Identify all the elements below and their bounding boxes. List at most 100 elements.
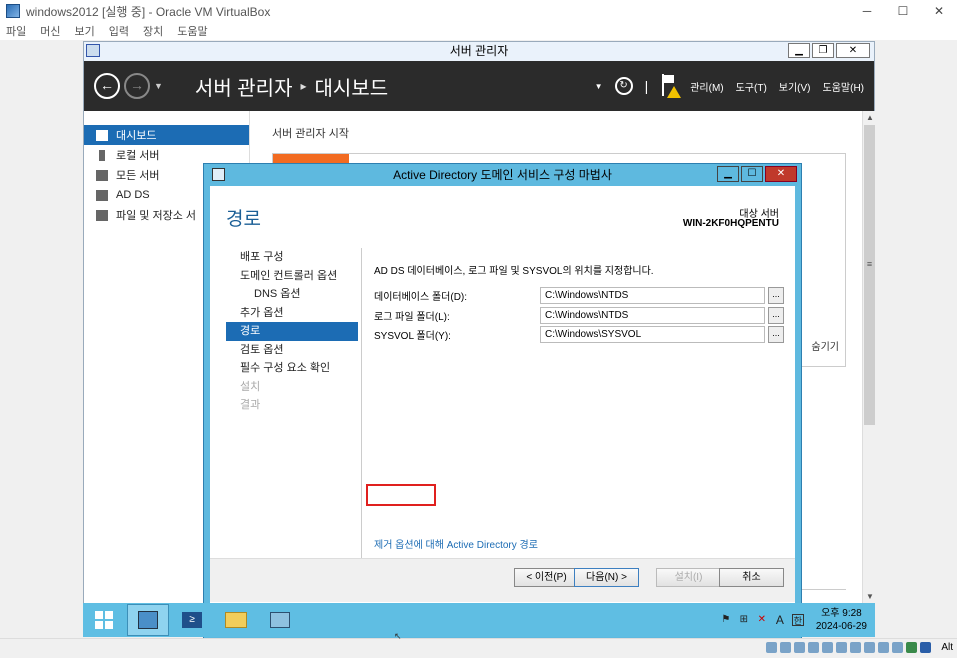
vbox-window-title: windows2012 [실행 중] - Oracle VM VirtualBo… <box>26 4 271 19</box>
clock-date: 2024-06-29 <box>815 621 867 632</box>
target-server-value: WIN-2KF0HQPENTU <box>682 218 779 229</box>
server-icon <box>99 149 105 161</box>
removal-options-link[interactable]: 제거 옵션에 대해 Active Directory 경로 <box>374 536 538 551</box>
clock[interactable]: 오후 9:28 2024-06-29 <box>816 607 867 633</box>
header-divider: | <box>644 78 649 94</box>
wizard-page-heading: 경로 <box>226 209 261 230</box>
sysvol-folder-row: SYSVOL 폴더(Y): ... <box>374 325 784 345</box>
arrow-down-icon[interactable] <box>920 642 931 653</box>
cpu-icon[interactable] <box>878 642 889 653</box>
audio-icon[interactable] <box>794 642 805 653</box>
menu-help-sm[interactable]: 도움말(H) <box>823 79 864 94</box>
wizard-body: 경로 대상 서버 WIN-2KF0HQPENTU 배포 구성 도메인 컨트롤러 … <box>210 186 795 634</box>
start-button[interactable] <box>83 604 125 636</box>
minimize-button[interactable]: ─ <box>849 0 885 22</box>
close-button[interactable]: ✕ <box>921 0 957 22</box>
server-manager-title: 서버 관리자 <box>449 44 509 58</box>
cancel-button[interactable]: 취소 <box>719 568 784 587</box>
windows-logo-icon <box>95 611 113 629</box>
wizard-title: Active Directory 도메인 서비스 구성 마법사 <box>393 168 612 182</box>
vbox-statusbar: Alt <box>0 638 957 658</box>
recording-icon[interactable] <box>864 642 875 653</box>
forward-arrow-icon[interactable]: → <box>124 73 150 99</box>
hide-link[interactable]: 숨기기 <box>811 338 839 353</box>
next-button[interactable]: 다음(N) > <box>574 568 639 587</box>
refresh-dropdown-icon[interactable]: ▼ <box>595 82 603 91</box>
flag-tray-icon[interactable]: ⚑ <box>720 614 732 626</box>
wizard-close-button[interactable]: ✕ <box>765 166 797 182</box>
menu-tools[interactable]: 도구(T) <box>736 79 767 94</box>
wizard-divider <box>361 248 362 558</box>
wizard-step-review[interactable]: 검토 옵션 <box>226 341 358 360</box>
ime-mode-icon[interactable]: 한 <box>791 614 804 626</box>
scroll-thumb[interactable] <box>864 125 875 425</box>
taskbar-server-manager[interactable] <box>127 604 169 636</box>
wizard-step-additional-options[interactable]: 추가 옵션 <box>226 304 358 323</box>
ime-language-icon[interactable]: A <box>774 614 786 626</box>
taskbar: ≥ ⚑ ⊞ ✕ A 한 오후 9:28 2024-06-29 <box>83 603 875 637</box>
menu-manage[interactable]: 관리(M) <box>690 79 723 94</box>
breadcrumb-root[interactable]: 서버 관리자 <box>195 72 293 101</box>
menu-file[interactable]: 파일 <box>6 23 26 39</box>
sidebar-item-local-server[interactable]: 로컬 서버 <box>84 145 249 165</box>
wizard-nav: 배포 구성 도메인 컨트롤러 옵션 DNS 옵션 추가 옵션 경로 검토 옵션 … <box>226 248 358 415</box>
sidebar-item-label: 모든 서버 <box>116 170 160 182</box>
wizard-step-paths[interactable]: 경로 <box>226 322 358 341</box>
log-folder-browse-button[interactable]: ... <box>768 306 784 324</box>
next-button-highlight <box>366 484 436 506</box>
wizard-minimize-button[interactable]: ▁ <box>717 166 739 182</box>
wizard-step-install: 설치 <box>240 380 261 393</box>
sm-minimize-button[interactable]: ▁ <box>788 43 810 58</box>
database-folder-row: 데이터베이스 폴더(D): ... <box>374 286 784 306</box>
vbox-titlebar: windows2012 [실행 중] - Oracle VM VirtualBo… <box>0 0 957 22</box>
shared-folders-icon[interactable] <box>836 642 847 653</box>
history-dropdown-icon[interactable]: ▼ <box>154 81 163 91</box>
menu-help[interactable]: 도움말 <box>177 23 207 39</box>
display-icon[interactable] <box>850 642 861 653</box>
menu-input[interactable]: 입력 <box>109 23 129 39</box>
hard-disk-icon[interactable] <box>766 642 777 653</box>
sidebar-item-dashboard[interactable]: 대시보드 <box>84 125 249 145</box>
taskbar-powershell[interactable]: ≥ <box>171 604 213 636</box>
vbox-status-icons <box>766 642 931 653</box>
usb-icon[interactable] <box>822 642 833 653</box>
refresh-icon[interactable]: ↻ <box>614 77 633 95</box>
wizard-maximize-button[interactable]: ☐ <box>741 166 763 182</box>
sysvol-folder-input[interactable] <box>540 326 765 344</box>
log-folder-input[interactable] <box>540 306 765 324</box>
scroll-up-icon[interactable]: ▲ <box>863 111 877 125</box>
vertical-scrollbar[interactable]: ▲ ≡ ▼ <box>862 111 876 604</box>
menu-devices[interactable]: 장치 <box>143 23 163 39</box>
maximize-button[interactable]: ☐ <box>885 0 921 22</box>
sm-restore-button[interactable]: ❐ <box>812 43 834 58</box>
scroll-down-icon[interactable]: ▼ <box>863 590 877 604</box>
paths-description: AD DS 데이터베이스, 로그 파일 및 SYSVOL의 위치를 지정합니다. <box>374 266 654 277</box>
server-manager-icon <box>86 44 100 57</box>
notifications-flag-icon[interactable] <box>660 74 682 98</box>
database-folder-browse-button[interactable]: ... <box>768 287 784 305</box>
network-tray-icon[interactable]: ⊞ <box>738 614 750 626</box>
wizard-footer: < 이전(P) 다음(N) > 설치(I) 취소 <box>210 558 795 602</box>
keyboard-icon[interactable] <box>906 642 917 653</box>
database-folder-input[interactable] <box>540 287 765 305</box>
menu-view-sm[interactable]: 보기(V) <box>779 79 811 94</box>
back-arrow-icon[interactable]: ← <box>94 73 120 99</box>
volume-muted-icon[interactable]: ✕ <box>756 614 768 626</box>
previous-button[interactable]: < 이전(P) <box>514 568 579 587</box>
wizard-step-prereq[interactable]: 필수 구성 요소 확인 <box>226 359 358 378</box>
powershell-icon: ≥ <box>182 612 202 628</box>
ad-ds-wizard-window: Active Directory 도메인 서비스 구성 마법사 ▁ ☐ ✕ 경로… <box>203 163 802 641</box>
menu-machine[interactable]: 머신 <box>40 23 60 39</box>
taskbar-explorer[interactable] <box>215 604 257 636</box>
taskbar-network[interactable] <box>259 604 301 636</box>
sm-close-button[interactable]: ✕ <box>836 43 870 58</box>
optical-drive-icon[interactable] <box>780 642 791 653</box>
sysvol-folder-browse-button[interactable]: ... <box>768 326 784 344</box>
servers-icon <box>96 169 108 181</box>
wizard-step-dc-options[interactable]: 도메인 컨트롤러 옵션 <box>226 267 358 286</box>
wizard-step-dns-options[interactable]: DNS 옵션 <box>226 285 358 304</box>
menu-view[interactable]: 보기 <box>75 23 95 39</box>
mouse-integration-icon[interactable] <box>892 642 903 653</box>
wizard-step-deployment[interactable]: 배포 구성 <box>226 248 358 267</box>
network-icon[interactable] <box>808 642 819 653</box>
